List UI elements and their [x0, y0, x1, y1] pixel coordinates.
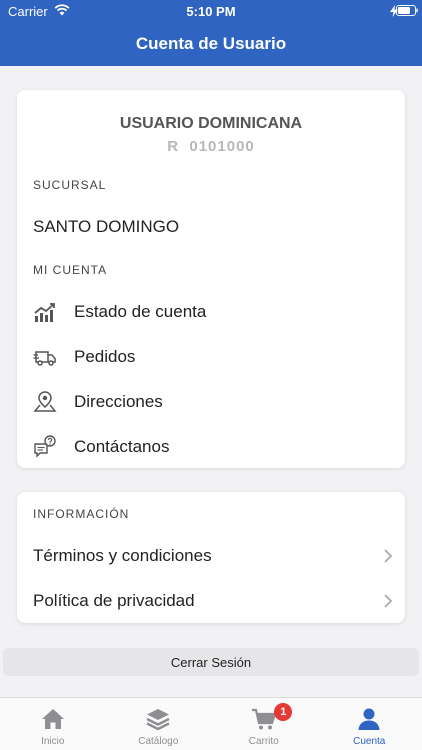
page-title: Cuenta de Usuario: [135, 34, 287, 53]
menu-item-label: Pedidos: [74, 347, 136, 366]
tab-cart[interactable]: 1 Carrito: [211, 698, 317, 750]
menu-item-label: Contáctanos: [74, 437, 170, 456]
menu-item-label: Política de privacidad: [33, 591, 195, 610]
menu-item-privacy[interactable]: Política de privacidad: [33, 586, 393, 616]
tab-label: Catálogo: [138, 736, 179, 747]
account-card: USUARIO DOMINICANA R 0101000 SUCURSAL SA…: [17, 90, 405, 468]
tab-label: Carrito: [248, 736, 279, 747]
user-code: R 0101000: [167, 138, 255, 155]
tab-catalog[interactable]: Catálogo: [106, 698, 212, 750]
tab-label: Cuenta: [353, 736, 386, 747]
chevron-right-icon: [384, 594, 393, 608]
chart-trend-icon: [33, 300, 57, 324]
menu-item-account-statement[interactable]: Estado de cuenta: [33, 297, 389, 327]
status-time: 5:10 PM: [186, 4, 236, 19]
menu-item-terms[interactable]: Términos y condiciones: [33, 541, 393, 571]
map-pin-icon: [33, 390, 57, 414]
menu-item-contact[interactable]: Contáctanos: [33, 432, 389, 462]
menu-item-label: Estado de cuenta: [74, 302, 207, 321]
menu-item-orders[interactable]: Pedidos: [33, 342, 389, 372]
branch-value: SANTO DOMINGO: [33, 217, 180, 236]
tab-bar: Inicio Catálogo 1 Carrito Cuenta: [0, 697, 422, 750]
my-account-section-label: MI CUENTA: [33, 263, 108, 277]
tab-home[interactable]: Inicio: [0, 698, 106, 750]
app-header: Carrier 5:10 PM Cuenta de Usuario: [0, 0, 422, 66]
menu-item-addresses[interactable]: Direcciones: [33, 387, 389, 417]
cart-badge: 1: [274, 703, 293, 721]
home-icon: [40, 706, 66, 732]
layers-icon: [145, 706, 171, 732]
status-bar: Carrier 5:10 PM: [0, 0, 422, 22]
tab-label: Inicio: [41, 736, 65, 747]
logout-button[interactable]: Cerrar Sesión: [3, 648, 419, 676]
delivery-truck-icon: [33, 345, 57, 369]
chat-question-icon: [33, 435, 57, 459]
user-icon: [356, 706, 382, 732]
menu-item-label: Términos y condiciones: [33, 546, 212, 565]
battery-icon: [396, 5, 418, 16]
menu-item-label: Direcciones: [74, 392, 163, 411]
info-card: INFORMACIÓN Términos y condiciones Polít…: [17, 492, 405, 623]
branch-section-label: SUCURSAL: [33, 178, 107, 192]
chevron-right-icon: [384, 549, 393, 563]
tab-account[interactable]: Cuenta: [317, 698, 422, 750]
cart-icon: [251, 706, 277, 732]
user-name: USUARIO DOMINICANA: [119, 115, 303, 132]
info-section-label: INFORMACIÓN: [33, 507, 130, 521]
